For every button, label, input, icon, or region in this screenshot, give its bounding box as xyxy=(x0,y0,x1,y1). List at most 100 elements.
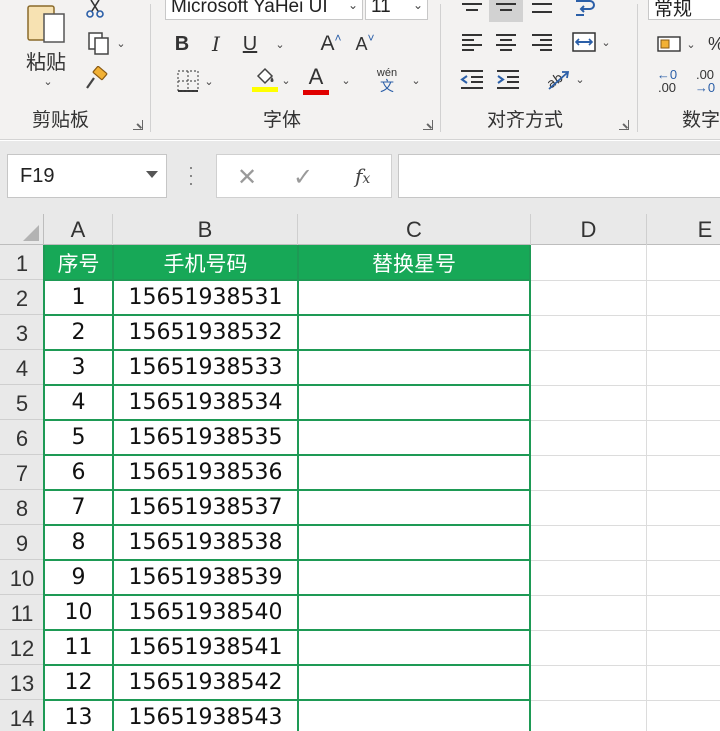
row-header[interactable]: 5 xyxy=(0,385,44,420)
font-name-combo[interactable]: Microsoft YaHei UI ⌄ xyxy=(165,0,363,20)
row-header[interactable]: 3 xyxy=(0,315,44,350)
column-header-d[interactable]: D xyxy=(531,214,647,245)
cell-seq[interactable]: 13 xyxy=(44,700,113,731)
row-header[interactable]: 14 xyxy=(0,700,44,731)
font-size-dropdown-icon[interactable]: ⌄ xyxy=(413,0,423,12)
cell-masked[interactable] xyxy=(298,315,530,350)
cell-area[interactable]: 序号 手机号码 替换星号 1 15651938531 2 15651938532… xyxy=(43,245,720,731)
cell-seq[interactable]: 2 xyxy=(44,315,113,350)
cell-masked[interactable] xyxy=(298,280,530,315)
insert-function-icon[interactable]: fx xyxy=(355,164,370,188)
cell-masked[interactable] xyxy=(298,350,530,385)
underline-dropdown-icon[interactable]: ⌄ xyxy=(273,34,287,54)
row-header[interactable]: 4 xyxy=(0,350,44,385)
phonetic-dropdown-icon[interactable]: ⌄ xyxy=(409,70,423,90)
cell-phone[interactable]: 15651938532 xyxy=(113,315,298,350)
cell-masked[interactable] xyxy=(298,560,530,595)
paste-dropdown-icon[interactable]: ⌄ xyxy=(43,75,52,88)
cell-phone[interactable]: 15651938533 xyxy=(113,350,298,385)
cell-seq[interactable]: 9 xyxy=(44,560,113,595)
middle-align-button[interactable] xyxy=(489,0,523,22)
align-right-button[interactable] xyxy=(525,28,559,56)
cell-masked[interactable] xyxy=(298,700,530,731)
top-align-button[interactable] xyxy=(455,0,489,22)
cell-masked[interactable] xyxy=(298,385,530,420)
cell-phone[interactable]: 15651938542 xyxy=(113,665,298,700)
copy-button[interactable]: ⌄ xyxy=(80,28,132,58)
header-cell-phone[interactable]: 手机号码 xyxy=(113,245,298,280)
enter-icon[interactable]: ✓ xyxy=(293,163,313,192)
cancel-icon[interactable]: ✕ xyxy=(237,163,257,192)
orientation-dropdown-icon[interactable]: ⌄ xyxy=(575,73,584,86)
shrink-font-button[interactable]: A ˅ xyxy=(349,30,381,58)
formula-bar-resize-handle-icon[interactable]: · · · xyxy=(188,158,194,192)
row-header[interactable]: 6 xyxy=(0,420,44,455)
increase-indent-button[interactable] xyxy=(491,64,525,94)
decrease-indent-button[interactable] xyxy=(455,64,489,94)
merge-center-button[interactable]: ⌄ xyxy=(565,28,617,56)
format-painter-button[interactable] xyxy=(80,64,112,94)
clipboard-launcher-icon[interactable] xyxy=(133,120,143,130)
cell-seq[interactable]: 10 xyxy=(44,595,113,630)
column-header-e[interactable]: E xyxy=(647,214,720,245)
column-header-b[interactable]: B xyxy=(113,214,298,245)
bottom-align-button[interactable] xyxy=(525,0,559,22)
cell-seq[interactable]: 3 xyxy=(44,350,113,385)
cell-phone[interactable]: 15651938540 xyxy=(113,595,298,630)
cell-seq[interactable]: 8 xyxy=(44,525,113,560)
cell-seq[interactable]: 12 xyxy=(44,665,113,700)
merge-dropdown-icon[interactable]: ⌄ xyxy=(601,36,610,49)
cell-seq[interactable]: 5 xyxy=(44,420,113,455)
select-all-button[interactable] xyxy=(0,214,44,245)
grow-font-button[interactable]: A ˄ xyxy=(315,30,347,58)
column-header-a[interactable]: A xyxy=(44,214,113,245)
row-header[interactable]: 1 xyxy=(0,245,44,280)
row-header[interactable]: 10 xyxy=(0,560,44,595)
row-header[interactable]: 11 xyxy=(0,595,44,630)
cell-phone[interactable]: 15651938531 xyxy=(113,280,298,315)
percent-button[interactable]: % xyxy=(704,30,720,58)
copy-dropdown-icon[interactable]: ⌄ xyxy=(116,37,125,50)
orientation-button[interactable]: ab ⌄ xyxy=(539,64,591,94)
cell-masked[interactable] xyxy=(298,630,530,665)
cell-phone[interactable]: 15651938538 xyxy=(113,525,298,560)
name-box-dropdown-icon[interactable] xyxy=(146,171,158,178)
header-cell-seq[interactable]: 序号 xyxy=(44,245,113,280)
font-color-button[interactable]: A xyxy=(301,62,331,96)
cell-seq[interactable]: 7 xyxy=(44,490,113,525)
font-name-dropdown-icon[interactable]: ⌄ xyxy=(348,0,358,12)
wrap-text-button[interactable] xyxy=(567,0,601,22)
cell-phone[interactable]: 15651938537 xyxy=(113,490,298,525)
font-color-dropdown-icon[interactable]: ⌄ xyxy=(339,70,353,90)
row-header[interactable]: 13 xyxy=(0,665,44,700)
row-header[interactable]: 2 xyxy=(0,280,44,315)
bold-button[interactable]: B xyxy=(169,30,195,58)
row-header[interactable]: 8 xyxy=(0,490,44,525)
align-left-button[interactable] xyxy=(455,28,489,56)
font-size-combo[interactable]: 11 ⌄ xyxy=(365,0,428,20)
row-header[interactable]: 12 xyxy=(0,630,44,665)
italic-button[interactable]: I xyxy=(203,30,229,58)
fill-color-dropdown-icon[interactable]: ⌄ xyxy=(279,70,293,90)
name-box[interactable]: F19 xyxy=(7,154,167,198)
cell-seq[interactable]: 6 xyxy=(44,455,113,490)
cell-masked[interactable] xyxy=(298,665,530,700)
cell-phone[interactable]: 15651938536 xyxy=(113,455,298,490)
row-header[interactable]: 7 xyxy=(0,455,44,490)
font-launcher-icon[interactable] xyxy=(423,120,433,130)
accounting-format-button[interactable]: ⌄ xyxy=(650,30,702,58)
cell-phone[interactable]: 15651938539 xyxy=(113,560,298,595)
cell-phone[interactable]: 15651938541 xyxy=(113,630,298,665)
formula-input[interactable] xyxy=(398,154,720,198)
cell-masked[interactable] xyxy=(298,455,530,490)
column-header-c[interactable]: C xyxy=(298,214,531,245)
cell-masked[interactable] xyxy=(298,525,530,560)
row-header[interactable]: 9 xyxy=(0,525,44,560)
align-center-button[interactable] xyxy=(489,28,523,56)
cell-phone[interactable]: 15651938535 xyxy=(113,420,298,455)
cell-masked[interactable] xyxy=(298,420,530,455)
increase-decimal-button[interactable]: ←0 .00 xyxy=(650,66,684,96)
alignment-launcher-icon[interactable] xyxy=(619,120,629,130)
underline-button[interactable]: U xyxy=(237,30,263,58)
cell-masked[interactable] xyxy=(298,595,530,630)
